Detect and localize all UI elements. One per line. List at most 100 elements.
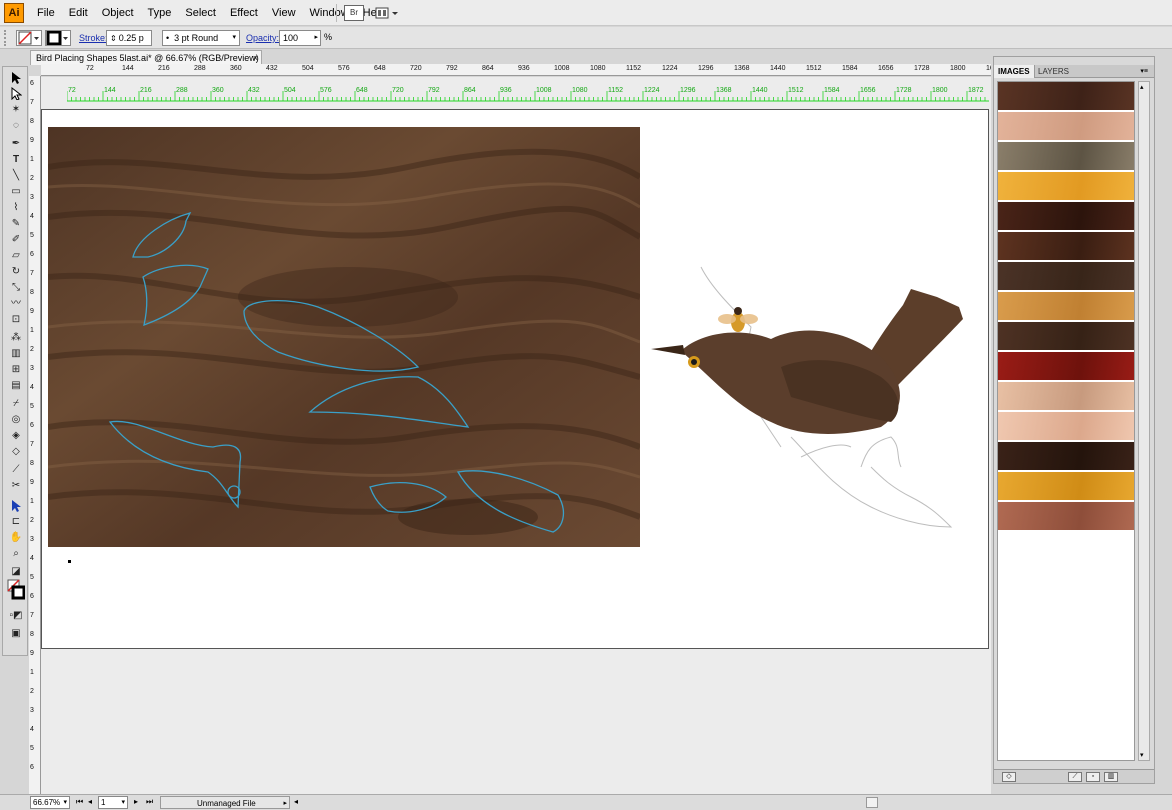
image-swatch[interactable] (998, 292, 1134, 321)
pencil-tool-icon[interactable]: ✎ (7, 217, 25, 231)
image-swatch[interactable] (998, 172, 1134, 201)
canvas[interactable]: 72 144 216 288 360 432 504 576 648 720 792 864 936 10… (41, 77, 991, 796)
stroke-weight-field[interactable]: ⇕ 0.25 p (106, 30, 152, 46)
fill-stroke-swatch[interactable] (7, 579, 26, 605)
anchor-point-marker[interactable] (68, 560, 71, 563)
arrange-documents-button[interactable] (374, 5, 400, 21)
image-swatch[interactable] (998, 202, 1134, 231)
slice-tool-icon[interactable]: ⟋ (7, 463, 25, 477)
default-colors-icon[interactable]: ◪ (7, 565, 25, 579)
image-swatch[interactable] (998, 112, 1134, 141)
color-mode-icons[interactable]: ▫◩ (7, 609, 25, 623)
menu-view[interactable]: View (265, 0, 303, 26)
eraser-tool-icon[interactable]: ▱ (7, 249, 25, 263)
menu-edit[interactable]: Edit (62, 0, 95, 26)
hand-tool-icon[interactable]: ✋ (7, 531, 25, 545)
panel-menu-icon[interactable]: ▾≡ (1136, 65, 1152, 78)
free-transform-tool-icon[interactable]: ⊡ (7, 313, 25, 327)
file-status-field[interactable]: Unmanaged File ▸ (160, 796, 290, 809)
control-bar-grip[interactable] (4, 30, 10, 46)
horizontal-ruler[interactable]: 72 144 216 288 360 432 504 576 648 720 792 864 936 10… (41, 64, 991, 76)
live-paint-bucket-tool-icon[interactable]: ◈ (7, 429, 25, 443)
menu-select[interactable]: Select (178, 0, 223, 26)
brush-icon[interactable]: ⟋ (1068, 772, 1082, 782)
pen-tool-icon[interactable]: ✒ (7, 137, 25, 151)
scroll-up-icon[interactable]: ▴ (1140, 83, 1144, 91)
fill-color-dropdown[interactable] (16, 30, 42, 46)
page-field[interactable]: 1 ▾ (98, 796, 128, 809)
image-swatch[interactable] (998, 442, 1134, 471)
image-swatch[interactable] (998, 142, 1134, 171)
image-swatch[interactable] (998, 502, 1134, 531)
stroke-stepper-icon[interactable]: ⇕ (110, 34, 117, 43)
direct-selection-tool-icon[interactable] (7, 86, 25, 101)
zoom-dropdown[interactable]: 66.67% ▾ (30, 796, 70, 809)
blend-tool-icon[interactable]: ◎ (7, 413, 25, 427)
scroll-down-icon[interactable]: ▾ (1140, 751, 1144, 759)
scissors-tool-icon[interactable]: ✂ (7, 479, 25, 493)
artboard-select-tool-icon[interactable] (7, 499, 25, 513)
next-page-icon[interactable]: ▸ (134, 797, 138, 806)
paintbrush-tool-icon[interactable]: ⌇ (7, 201, 25, 215)
eyedropper-tool-icon[interactable]: ⌿ (7, 397, 25, 411)
selection-tool-icon[interactable] (7, 71, 25, 85)
menu-object[interactable]: Object (95, 0, 141, 26)
rectangle-tool-icon[interactable]: ▭ (7, 185, 25, 199)
last-page-icon[interactable]: ⏭ (146, 797, 153, 807)
ruler-tick-label: 2 (30, 346, 34, 353)
column-graph-tool-icon[interactable]: ▥ (7, 347, 25, 361)
opacity-label[interactable]: Opacity: (246, 31, 279, 45)
stroke-color-dropdown[interactable] (45, 30, 71, 46)
image-swatch[interactable] (998, 412, 1134, 441)
mesh-tool-icon[interactable]: ⊞ (7, 363, 25, 377)
delete-icon[interactable]: ▥ (1104, 772, 1118, 782)
gradient-tool-icon[interactable]: ▤ (7, 379, 25, 393)
lasso-tool-icon[interactable]: ◌ (7, 119, 25, 133)
menu-effect[interactable]: Effect (223, 0, 265, 26)
menu-type[interactable]: Type (141, 0, 179, 26)
green-ruler-artwork[interactable]: 72 144 216 288 360 432 504 576 648 720 792 864 936 10… (66, 87, 989, 103)
chevron-right-icon[interactable]: ▸ (314, 31, 318, 45)
screen-mode-icon[interactable]: ▣ (7, 627, 25, 641)
warp-tool-icon[interactable]: 〰 (7, 297, 25, 311)
artboard-tool-icon[interactable]: ⊏ (7, 515, 25, 529)
new-swatch-icon[interactable]: ▫ (1086, 772, 1100, 782)
opacity-field[interactable]: 100 ▸ (279, 30, 321, 46)
app-logo-icon[interactable]: Ai (4, 3, 24, 23)
swatch-library-icon[interactable]: ◇ (1002, 772, 1016, 782)
image-swatch[interactable] (998, 322, 1134, 351)
line-tool-icon[interactable]: ╲ (7, 169, 25, 183)
type-tool-icon[interactable]: T (7, 153, 25, 167)
image-swatch[interactable] (998, 262, 1134, 291)
document-tab[interactable]: Bird Placing Shapes 5last.ai* @ 66.67% (… (30, 50, 262, 65)
scale-tool-icon[interactable]: ⤡ (7, 281, 25, 295)
prev-page-icon[interactable]: ◂ (88, 797, 92, 806)
image-swatch[interactable] (998, 82, 1134, 111)
zoom-tool-icon[interactable]: ⌕ (7, 547, 25, 561)
image-swatch[interactable] (998, 352, 1134, 381)
horizontal-scroll-thumb[interactable] (866, 797, 878, 808)
bird-artwork[interactable] (641, 227, 981, 557)
image-swatch[interactable] (998, 472, 1134, 501)
tab-images[interactable]: IMAGES (994, 65, 1035, 78)
panel-scrollbar[interactable]: ▴ ▾ (1138, 81, 1150, 761)
magic-wand-tool-icon[interactable]: ✶ (7, 103, 25, 117)
tab-layers[interactable]: LAYERS (1034, 65, 1073, 78)
bridge-button[interactable]: Br (344, 5, 364, 21)
chevron-right-icon[interactable]: ▸ (283, 797, 287, 810)
ruler-tick-label: 2 (30, 517, 34, 524)
first-page-icon[interactable]: ⏮ (76, 797, 83, 807)
vertical-ruler[interactable]: 6 7 8 9 1 2 3 4 5 6 7 8 9 1 2 3 4 5 6 7 8 9 1 2 3 4 5 6 7 8 9 1 2 3 4 5 6 (29, 76, 41, 796)
walnut-wood-image[interactable] (47, 127, 642, 547)
image-swatch[interactable] (998, 232, 1134, 261)
stroke-label[interactable]: Stroke: (79, 31, 108, 45)
brush-definition-dropdown[interactable]: • 3 pt Round ▾ (162, 30, 240, 46)
image-swatch[interactable] (998, 382, 1134, 411)
rotate-tool-icon[interactable]: ↻ (7, 265, 25, 279)
blob-brush-tool-icon[interactable]: ✐ (7, 233, 25, 247)
symbol-sprayer-tool-icon[interactable]: ⁂ (7, 331, 25, 345)
scroll-left-icon[interactable]: ◂ (294, 797, 298, 806)
close-icon[interactable]: × (253, 51, 258, 65)
live-paint-selection-tool-icon[interactable]: ◇ (7, 445, 25, 459)
menu-file[interactable]: File (30, 0, 62, 26)
